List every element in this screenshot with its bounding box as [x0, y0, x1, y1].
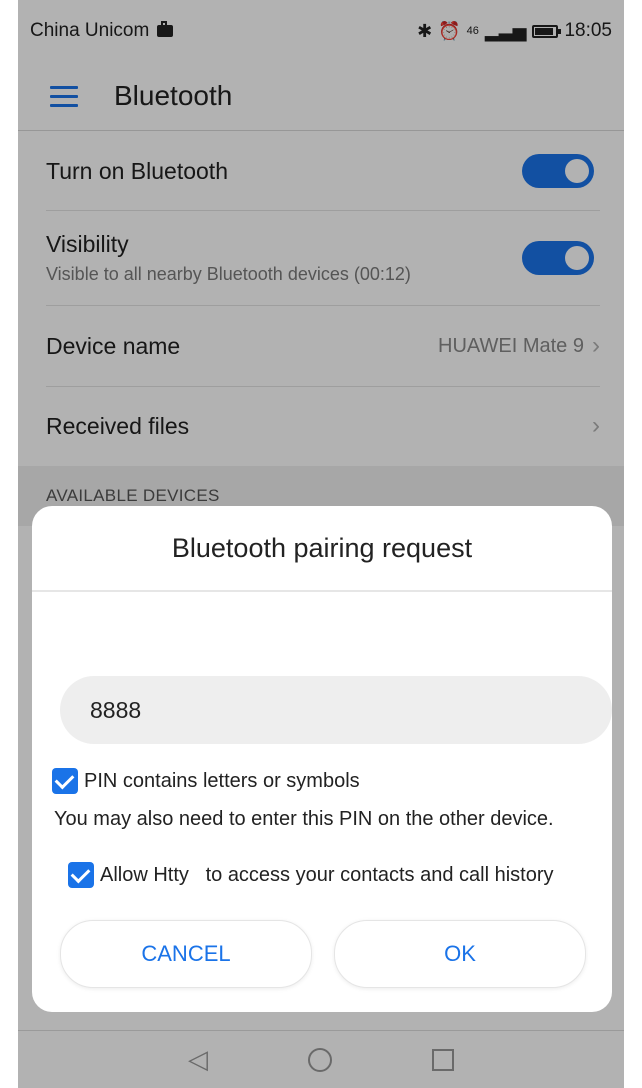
pin-input[interactable]: 8888	[60, 676, 612, 744]
allow-access-checkbox[interactable]	[68, 862, 94, 888]
allow-access-label: Allow Htty to access your contacts and c…	[100, 863, 554, 886]
pin-note: You may also need to enter this PIN on t…	[54, 808, 554, 830]
phone-screen: China Unicom ✱ ⏰ 46 ▂▃▅ 18:05 Bluetooth …	[18, 0, 624, 1088]
allow-access-row[interactable]: Allow Htty to access your contacts and c…	[68, 862, 554, 888]
pin-letters-checkbox[interactable]	[52, 768, 78, 794]
pin-letters-row[interactable]: PIN contains letters or symbols	[52, 768, 360, 794]
cancel-button[interactable]: CANCEL	[60, 920, 312, 988]
pairing-dialog: Bluetooth pairing request 8888 PIN conta…	[32, 506, 612, 1012]
pin-letters-label: PIN contains letters or symbols	[84, 769, 360, 792]
ok-button[interactable]: OK	[334, 920, 586, 988]
dialog-title: Bluetooth pairing request	[32, 506, 612, 592]
